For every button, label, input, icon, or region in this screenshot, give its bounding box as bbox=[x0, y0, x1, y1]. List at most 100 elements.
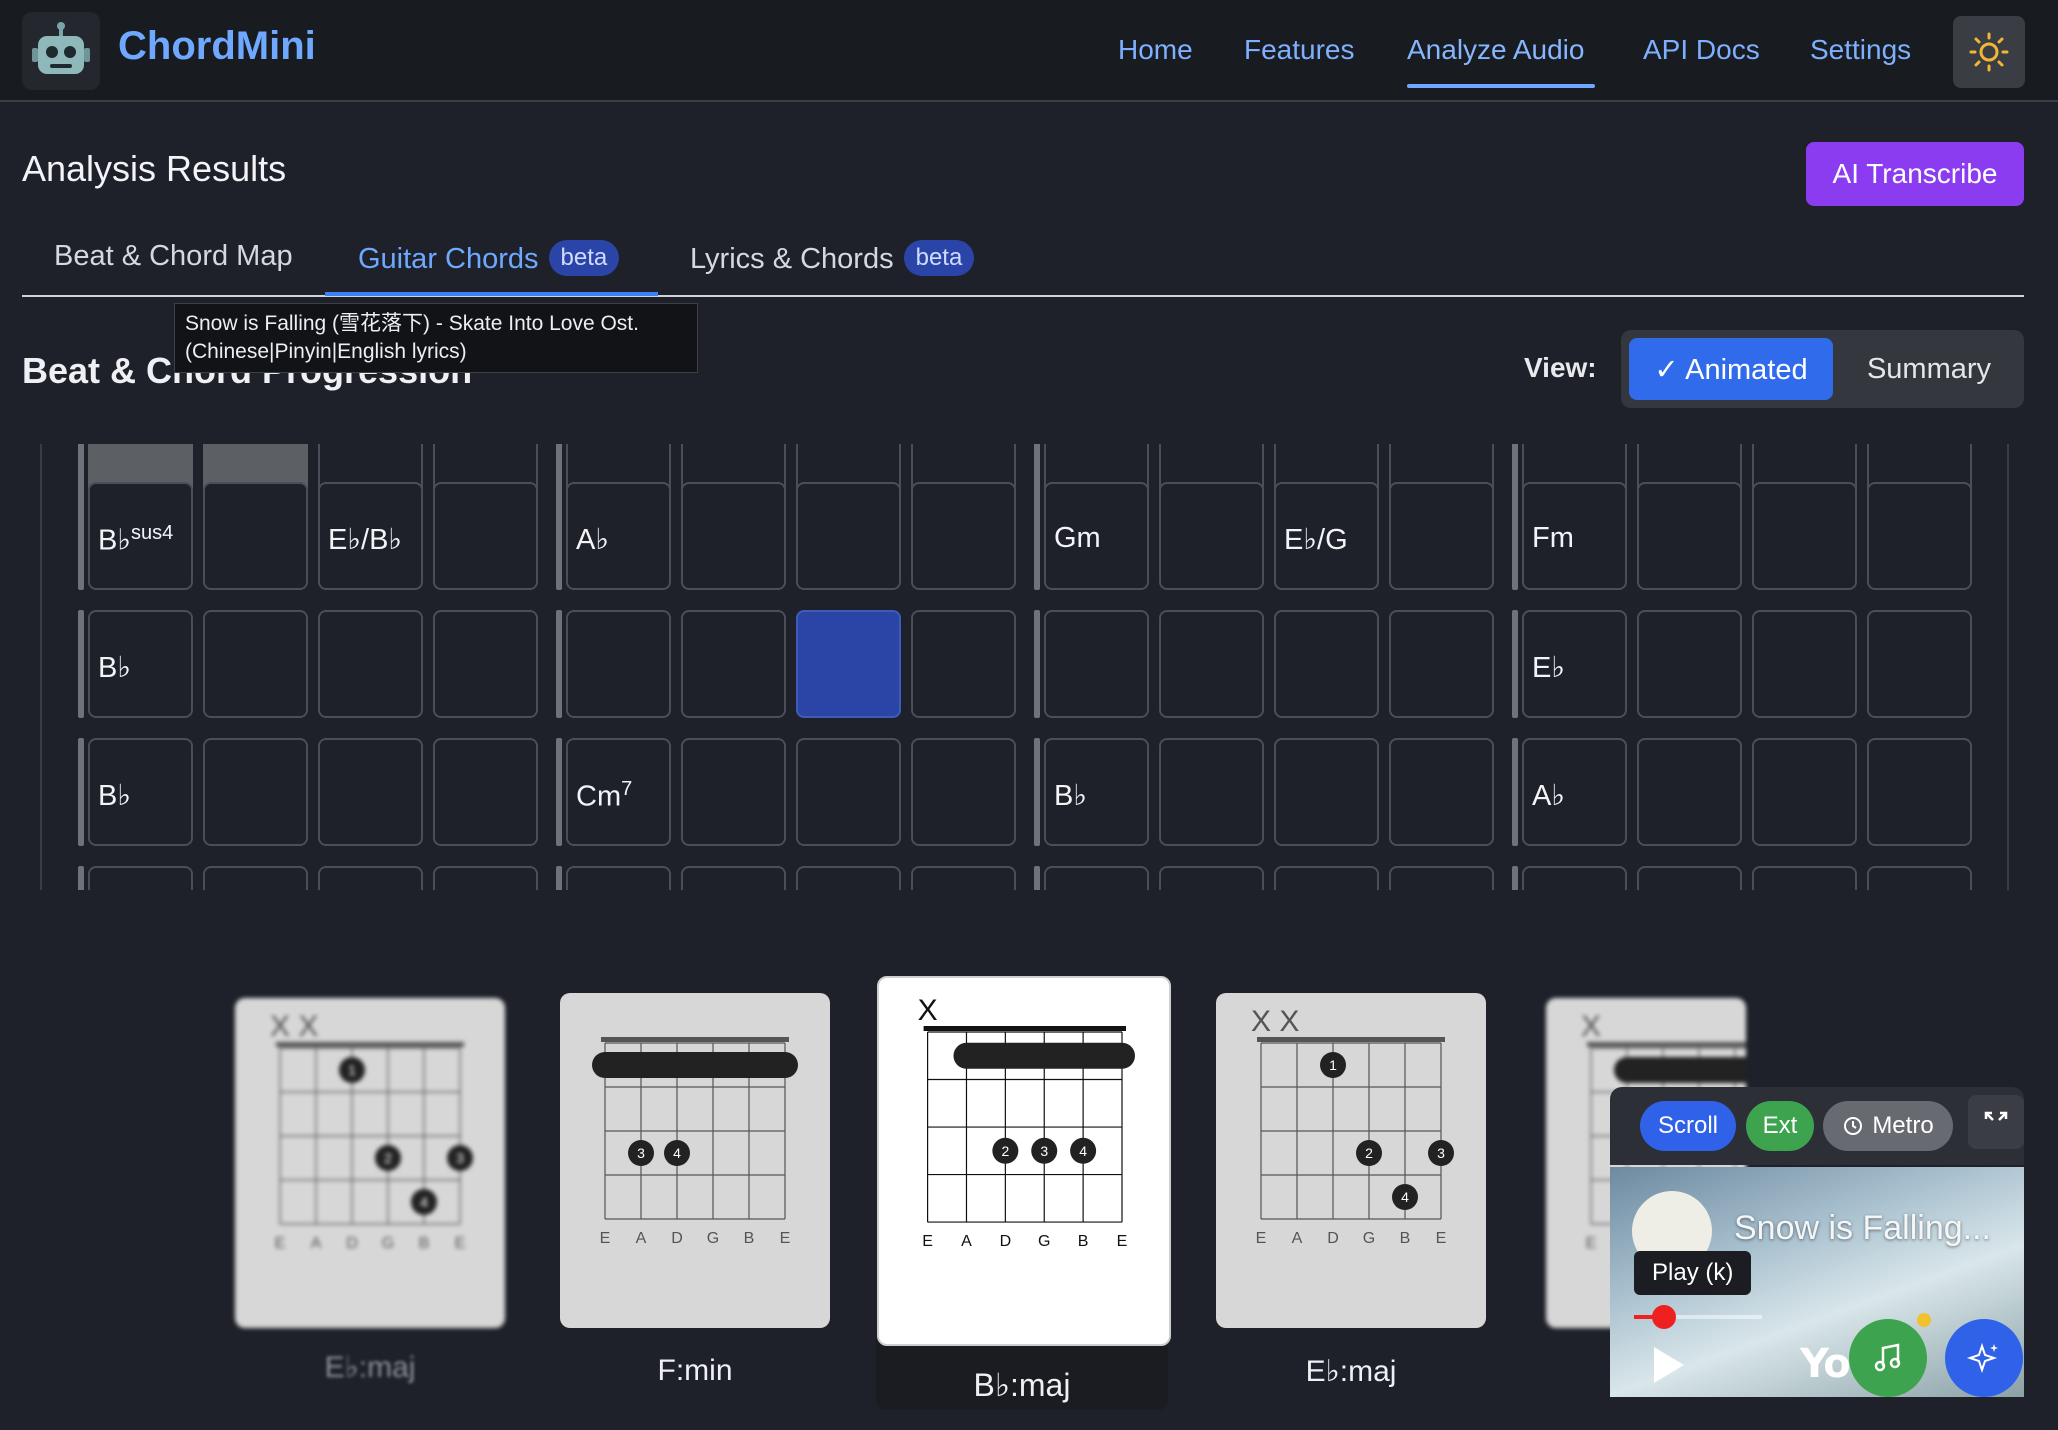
beat-cell[interactable] bbox=[1044, 610, 1149, 718]
nut bbox=[923, 1026, 1126, 1031]
beat-cell[interactable] bbox=[318, 738, 423, 846]
beat-cell[interactable] bbox=[681, 610, 786, 718]
tab-lyrics-chords[interactable]: Lyrics & Chords beta bbox=[690, 240, 975, 276]
beat-cell[interactable] bbox=[1389, 482, 1494, 590]
beat-cell[interactable]: Gm bbox=[1044, 482, 1149, 590]
theme-toggle-button[interactable] bbox=[1953, 16, 2025, 88]
nav-home[interactable]: Home bbox=[1118, 34, 1193, 66]
ai-sparkle-button[interactable] bbox=[1945, 1319, 2023, 1397]
nav-settings[interactable]: Settings bbox=[1810, 34, 1911, 66]
beat-cell[interactable]: B♭ bbox=[88, 610, 193, 718]
beat-cell[interactable] bbox=[203, 738, 308, 846]
view-animated-button[interactable]: ✓ Animated bbox=[1629, 338, 1833, 400]
tab-guitar-chords[interactable]: Guitar Chords beta bbox=[358, 240, 620, 276]
view-summary-button[interactable]: Summary bbox=[1843, 338, 2015, 400]
beat-cell[interactable] bbox=[1389, 866, 1494, 890]
nav-api-docs[interactable]: API Docs bbox=[1643, 34, 1760, 66]
beat-cell[interactable] bbox=[1637, 610, 1742, 718]
beat-cell[interactable] bbox=[681, 866, 786, 890]
chord-card[interactable]: E A D G B E X X 1 2 3 4 bbox=[1216, 993, 1486, 1328]
beat-cell[interactable] bbox=[566, 610, 671, 718]
beat-cell[interactable] bbox=[1159, 738, 1264, 846]
measure-bar-line bbox=[1034, 482, 1040, 590]
beat-cell[interactable] bbox=[203, 610, 308, 718]
beat-cell[interactable] bbox=[1637, 482, 1742, 590]
beat-cell[interactable] bbox=[911, 738, 1016, 846]
beat-cell[interactable]: B♭ bbox=[1044, 738, 1149, 846]
music-note-button[interactable] bbox=[1849, 1319, 1927, 1397]
beat-cell[interactable] bbox=[1274, 610, 1379, 718]
progress-scrubber[interactable] bbox=[1652, 1305, 1676, 1329]
tooltip-line: Snow is Falling (雪花落下) - Skate Into Love… bbox=[185, 312, 639, 335]
scroll-toggle-button[interactable]: Scroll bbox=[1640, 1101, 1736, 1151]
beat-cell[interactable] bbox=[318, 866, 423, 890]
beat-cell[interactable] bbox=[1637, 738, 1742, 846]
beat-cell[interactable]: B♭ bbox=[88, 738, 193, 846]
beat-cell[interactable] bbox=[1274, 738, 1379, 846]
beat-cell-current[interactable] bbox=[796, 610, 901, 718]
beat-cell[interactable] bbox=[911, 866, 1016, 890]
beat-cell[interactable] bbox=[1389, 610, 1494, 718]
beat-cell[interactable] bbox=[433, 738, 538, 846]
beat-cell[interactable] bbox=[1867, 738, 1972, 846]
chord-card[interactable]: E A D G B E X X 1 2 3 4 bbox=[235, 998, 505, 1328]
beat-cell[interactable] bbox=[1044, 866, 1149, 890]
beat-cell[interactable]: A♭ bbox=[1522, 738, 1627, 846]
beat-cell[interactable] bbox=[1389, 738, 1494, 846]
beat-cell[interactable] bbox=[1159, 482, 1264, 590]
beat-cell[interactable]: E♭/B♭ bbox=[318, 482, 423, 590]
robot-logo-icon[interactable] bbox=[22, 12, 100, 90]
beat-cell[interactable] bbox=[681, 482, 786, 590]
beat-cell[interactable] bbox=[1867, 482, 1972, 590]
beat-cell[interactable] bbox=[1274, 866, 1379, 890]
chord-card[interactable]: E A D G B E 3 4 bbox=[560, 993, 830, 1328]
beat-cell[interactable] bbox=[203, 866, 308, 890]
ext-toggle-button[interactable]: Ext bbox=[1746, 1101, 1814, 1151]
beat-cell[interactable] bbox=[1752, 866, 1857, 890]
beat-cell[interactable] bbox=[203, 482, 308, 590]
beat-cell[interactable] bbox=[1637, 866, 1742, 890]
metronome-toggle-button[interactable]: Metro bbox=[1823, 1101, 1953, 1151]
beat-cell[interactable] bbox=[318, 610, 423, 718]
beat-cell[interactable] bbox=[566, 866, 671, 890]
nav-features[interactable]: Features bbox=[1244, 34, 1355, 66]
beat-cell[interactable]: E♭ bbox=[1522, 610, 1627, 718]
tab-active-indicator bbox=[325, 292, 658, 296]
chord-card-active[interactable]: E A D G B E X 2 3 4 bbox=[877, 976, 1171, 1346]
beat-cell[interactable] bbox=[433, 610, 538, 718]
beat-cell[interactable] bbox=[88, 866, 193, 890]
ai-transcribe-button[interactable]: AI Transcribe bbox=[1806, 142, 2024, 206]
beat-cell[interactable] bbox=[433, 866, 538, 890]
beat-cell[interactable] bbox=[911, 482, 1016, 590]
beat-cell[interactable]: B♭sus4 bbox=[88, 482, 193, 590]
beat-cell[interactable]: Fm bbox=[1522, 482, 1627, 590]
beat-cell[interactable] bbox=[1752, 482, 1857, 590]
string-name-label: E bbox=[780, 1230, 791, 1247]
measure-bar-line bbox=[1512, 610, 1518, 718]
beat-cell[interactable]: A♭ bbox=[566, 482, 671, 590]
brand-name[interactable]: ChordMini bbox=[118, 24, 316, 69]
beat-cell[interactable] bbox=[1752, 610, 1857, 718]
beat-cell[interactable] bbox=[1522, 866, 1627, 890]
beat-cell[interactable] bbox=[1752, 738, 1857, 846]
string-name-label: D bbox=[1000, 1233, 1012, 1250]
beat-cell[interactable] bbox=[1159, 610, 1264, 718]
expand-player-button[interactable] bbox=[1968, 1095, 2024, 1149]
beat-cell[interactable] bbox=[796, 866, 901, 890]
beat-cell[interactable] bbox=[1867, 866, 1972, 890]
beat-cell[interactable]: Cm7 bbox=[566, 738, 671, 846]
beat-cell[interactable]: E♭/G bbox=[1274, 482, 1379, 590]
beat-cell[interactable] bbox=[1867, 610, 1972, 718]
video-title[interactable]: Snow is Falling... bbox=[1734, 1209, 1991, 1248]
play-icon[interactable] bbox=[1650, 1345, 1686, 1385]
beat-cell[interactable] bbox=[433, 482, 538, 590]
beat-cell[interactable] bbox=[1159, 866, 1264, 890]
tab-label: Beat & Chord Map bbox=[54, 240, 293, 272]
nav-analyze-audio[interactable]: Analyze Audio bbox=[1407, 34, 1584, 66]
tab-beat-chord-map[interactable]: Beat & Chord Map bbox=[54, 240, 293, 273]
muted-strings-label: X X bbox=[270, 1010, 318, 1043]
beat-cell[interactable] bbox=[911, 610, 1016, 718]
beat-cell[interactable] bbox=[796, 738, 901, 846]
beat-cell[interactable] bbox=[681, 738, 786, 846]
beat-cell[interactable] bbox=[796, 482, 901, 590]
